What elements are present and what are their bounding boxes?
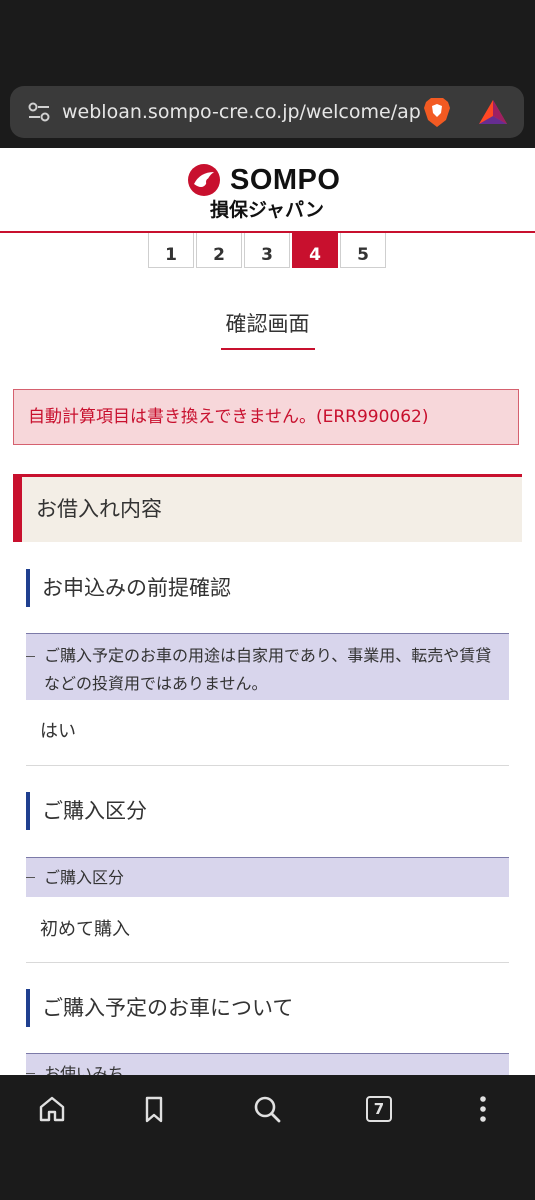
answer-value: はい (40, 721, 76, 742)
question-label: ご購入区分 (26, 857, 509, 897)
error-message: 自動計算項目は書き換えできません。(ERR990062) (28, 407, 429, 427)
subsection-accent (26, 989, 30, 1027)
subsection-accent (26, 569, 30, 607)
step-2: 2 (196, 233, 242, 268)
error-message-box: 自動計算項目は書き換えできません。(ERR990062) (13, 389, 519, 445)
home-icon[interactable] (36, 1093, 68, 1125)
question-dash (26, 877, 35, 878)
question-text: ご購入区分 (44, 868, 125, 887)
brand-subtitle: 損保ジャパン (210, 199, 325, 221)
question-dash (26, 656, 35, 657)
title-underline (221, 348, 315, 350)
brave-rewards-icon[interactable] (478, 98, 508, 126)
url-text[interactable]: webloan.sompo-cre.co.jp/welcome/ap (62, 99, 422, 125)
browser-toolbar: webloan.sompo-cre.co.jp/welcome/ap (0, 84, 535, 148)
question-label: お使いみち (26, 1053, 509, 1075)
sompo-logo-mark (188, 164, 220, 196)
subsection-title: ご購入予定のお車について (42, 996, 294, 1020)
browser-bottom-bar: 7 (0, 1075, 535, 1200)
question-text: ご購入予定のお車の用途は自家用であり、事業用、転売や賃貸などの投資用ではありませ… (44, 646, 492, 693)
brand-name: SOMPO (230, 164, 341, 196)
subsection-title: お申込みの前提確認 (42, 576, 231, 600)
bookmark-icon[interactable] (138, 1093, 170, 1125)
step-5: 5 (340, 233, 386, 268)
site-settings-icon[interactable] (28, 102, 50, 122)
address-bar[interactable]: webloan.sompo-cre.co.jp/welcome/ap (10, 86, 524, 138)
step-1: 1 (148, 233, 194, 268)
webpage: SOMPO 損保ジャパン 1 2 3 4 5 確認画面 自動計算項目は書き換えで… (0, 148, 535, 1075)
more-icon[interactable] (467, 1093, 499, 1125)
section-header-accent (13, 477, 22, 542)
answer-value: 初めて購入 (40, 919, 130, 940)
question-label: ご購入予定のお車の用途は自家用であり、事業用、転売や賃貸などの投資用ではありませ… (26, 633, 509, 700)
brave-shields-icon[interactable] (422, 96, 452, 128)
search-icon[interactable] (251, 1093, 283, 1125)
section-header: お借入れ内容 (13, 474, 522, 542)
page-title: 確認画面 (225, 312, 310, 336)
step-3: 3 (244, 233, 290, 268)
tabs-icon[interactable]: 7 (364, 1093, 394, 1123)
answer-row: 初めて購入 (26, 897, 509, 963)
answer-row: はい (26, 700, 509, 766)
subsection-accent (26, 792, 30, 830)
section-title: お借入れ内容 (36, 497, 162, 521)
question-dash (26, 1073, 35, 1074)
step-4-current: 4 (292, 233, 338, 268)
question-text: お使いみち (44, 1064, 125, 1075)
sompo-logo[interactable]: SOMPO 損保ジャパン (186, 162, 356, 222)
tab-count: 7 (366, 1096, 392, 1122)
subsection-title: ご購入区分 (42, 799, 147, 823)
status-bar (0, 0, 535, 84)
